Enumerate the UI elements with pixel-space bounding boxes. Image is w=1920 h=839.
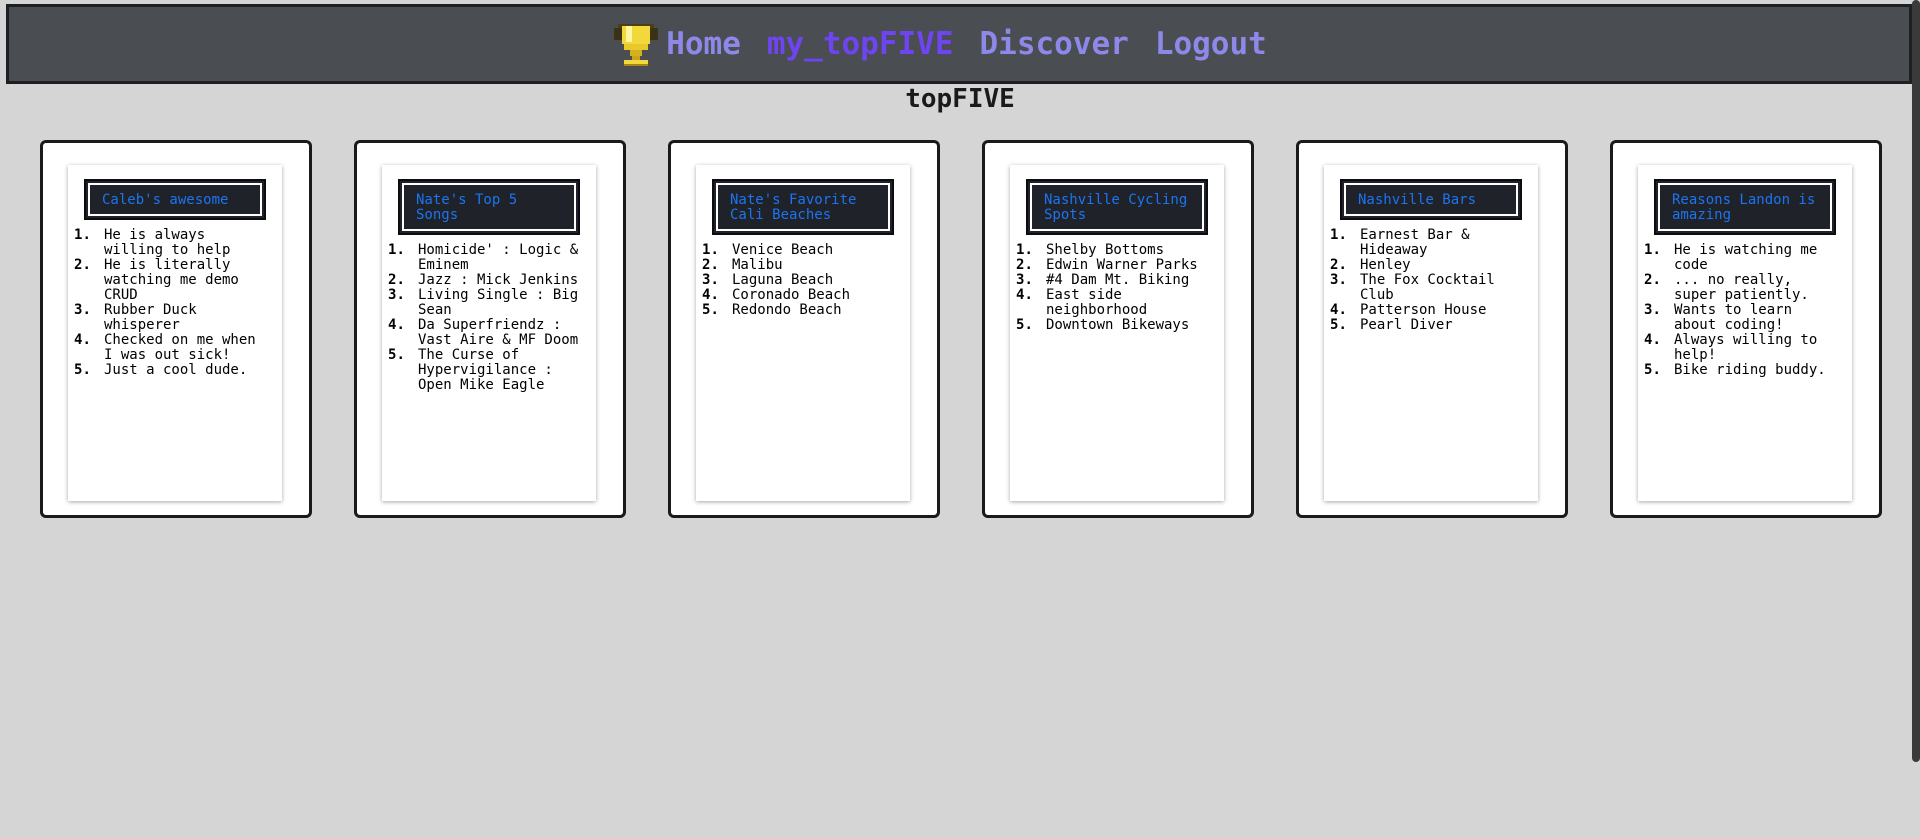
card-list: Shelby Bottoms Edwin Warner Parks #4 Dam…	[1010, 242, 1224, 334]
trophy-icon[interactable]	[614, 20, 659, 68]
card-list: He is watching me code ... no really, su…	[1638, 242, 1852, 379]
card-list: Earnest Bar & Hideaway Henley The Fox Co…	[1324, 227, 1538, 334]
card-body: Nate's Top 5 Songs Homicide' : Logic & E…	[382, 165, 596, 501]
list-item: The Curse of Hypervigilance : Open Mike …	[388, 347, 553, 393]
list-item: He is literally watching me demo CRUD	[74, 257, 239, 303]
topfive-card[interactable]: Caleb's awesome He is always willing to …	[40, 140, 312, 518]
list-item: The Fox Cocktail Club	[1330, 272, 1495, 303]
nav-logout-link[interactable]: Logout	[1155, 26, 1267, 62]
list-item: Patterson House	[1330, 302, 1487, 319]
list-item: He is always willing to help	[74, 227, 231, 258]
list-item: Checked on me when I was out sick!	[74, 332, 256, 363]
card-title: Caleb's awesome	[84, 179, 266, 220]
topfive-card[interactable]: Nashville Cycling Spots Shelby Bottoms E…	[982, 140, 1254, 518]
list-item: Bike riding buddy.	[1644, 362, 1826, 379]
card-body: Nate's Favorite Cali Beaches Venice Beac…	[696, 165, 910, 501]
list-item: He is watching me code	[1644, 242, 1818, 273]
card-body: Caleb's awesome He is always willing to …	[68, 165, 282, 501]
topfive-card[interactable]: Reasons Landon is amazing He is watching…	[1610, 140, 1882, 518]
topfive-card[interactable]: Nashville Bars Earnest Bar & Hideaway He…	[1296, 140, 1568, 518]
list-item: Living Single : Big Sean	[388, 287, 579, 318]
list-item: Malibu	[702, 257, 783, 274]
list-item: Downtown Bikeways	[1016, 317, 1190, 334]
list-item: Edwin Warner Parks	[1016, 257, 1198, 274]
nav-home-link[interactable]: Home	[666, 26, 741, 62]
nav-discover-link[interactable]: Discover	[980, 26, 1129, 62]
list-item: Redondo Beach	[702, 302, 842, 319]
list-item: #4 Dam Mt. Biking	[1016, 272, 1190, 289]
navbar: Home my_topFIVE Discover Logout	[6, 4, 1912, 84]
card-title: Reasons Landon is amazing	[1654, 179, 1836, 235]
topfive-card[interactable]: Nate's Top 5 Songs Homicide' : Logic & E…	[354, 140, 626, 518]
list-item: Da Superfriendz : Vast Aire & MF Doom	[388, 317, 579, 348]
card-list: He is always willing to help He is liter…	[68, 227, 282, 379]
card-title: Nate's Favorite Cali Beaches	[712, 179, 894, 235]
list-item: Jazz : Mick Jenkins	[388, 272, 579, 289]
list-item: Coronado Beach	[702, 287, 851, 304]
nav-my-topfive-link[interactable]: my_topFIVE	[767, 26, 954, 62]
list-item: Shelby Bottoms	[1016, 242, 1165, 259]
list-item: ... no really, super patiently.	[1644, 272, 1809, 303]
card-body: Nashville Bars Earnest Bar & Hideaway He…	[1324, 165, 1538, 501]
card-list: Homicide' : Logic & Eminem Jazz : Mick J…	[382, 243, 596, 393]
list-item: Homicide' : Logic & Eminem	[388, 242, 579, 273]
topfive-card[interactable]: Nate's Favorite Cali Beaches Venice Beac…	[668, 140, 940, 518]
list-item: Always willing to help!	[1644, 332, 1818, 363]
list-item: Wants to learn about coding!	[1644, 302, 1793, 333]
list-item: Venice Beach	[702, 242, 834, 259]
card-list: Venice Beach Malibu Laguna Beach Coronad…	[696, 242, 910, 319]
card-body: Nashville Cycling Spots Shelby Bottoms E…	[1010, 165, 1224, 501]
list-item: Laguna Beach	[702, 272, 834, 289]
list-item: Henley	[1330, 257, 1411, 274]
list-item: Earnest Bar & Hideaway	[1330, 227, 1470, 258]
page-title: topFIVE	[905, 84, 1015, 114]
card-title: Nashville Cycling Spots	[1026, 179, 1208, 235]
card-body: Reasons Landon is amazing He is watching…	[1638, 165, 1852, 501]
list-item: Rubber Duck whisperer	[74, 302, 197, 333]
card-title: Nashville Bars	[1340, 179, 1522, 220]
nav-links: Home my_topFIVE Discover Logout	[614, 20, 1267, 68]
list-item: Just a cool dude.	[74, 362, 248, 379]
card-grid: Caleb's awesome He is always willing to …	[40, 140, 1882, 518]
card-title: Nate's Top 5 Songs	[398, 179, 580, 235]
scrollbar[interactable]	[1912, 0, 1920, 762]
list-item: East side neighborhood	[1016, 287, 1148, 318]
list-item: Pearl Diver	[1330, 317, 1453, 334]
